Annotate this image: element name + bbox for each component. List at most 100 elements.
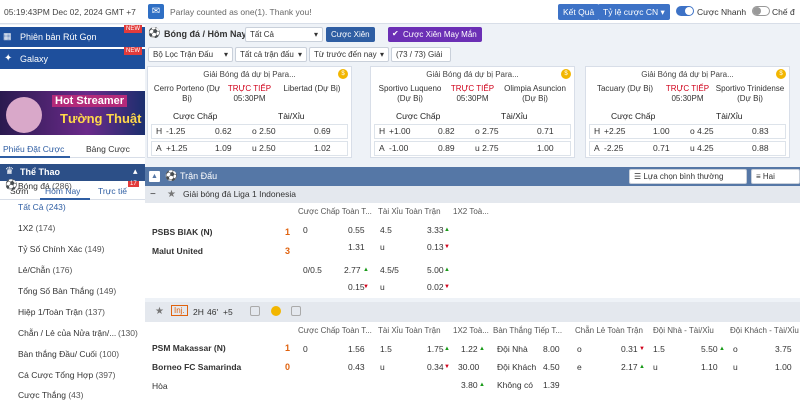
tab-bet-slip[interactable]: Phiếu Đặt Cược bbox=[3, 144, 64, 154]
match-info-bar: ★ Inj. 2H 46' +5 bbox=[145, 302, 800, 322]
card-side: A bbox=[594, 143, 600, 153]
next-goal-odds[interactable]: 1.39 bbox=[543, 378, 560, 392]
all-matches-select[interactable]: Tất cả trận đấu ▾ bbox=[235, 47, 307, 62]
ou-odds[interactable]: 0.13 bbox=[427, 240, 444, 254]
card-side: H bbox=[594, 126, 601, 136]
ou-odds[interactable]: 0.02 bbox=[427, 280, 444, 294]
menu-total-goals[interactable]: Tổng Số Bàn Thắng (149) bbox=[0, 281, 145, 301]
card-ou-odds[interactable]: 0.69 bbox=[314, 125, 331, 138]
menu-label: Cá Cược Tổng Hợp bbox=[18, 370, 94, 380]
notice-text: Parlay counted as one(1). Thank you! bbox=[170, 7, 312, 17]
menu-football[interactable]: Bóng đá (286) bbox=[0, 176, 145, 196]
live-match-card[interactable]: Giải Bóng đá dự bị Para... $ Tacuary (Dự… bbox=[585, 66, 790, 158]
ou-odds[interactable]: 1.75 bbox=[427, 342, 444, 356]
coin-icon[interactable] bbox=[271, 306, 281, 316]
home-team: PSBS BIAK (N) bbox=[152, 227, 213, 237]
star-icon[interactable]: ★ bbox=[155, 306, 164, 317]
tab-bet-table[interactable]: Bảng Cược bbox=[86, 144, 130, 154]
live-match-card[interactable]: Giải Bóng đá dự bị Para... $ Cerro Porte… bbox=[147, 66, 352, 158]
hdp-odds[interactable]: 1.31 bbox=[348, 240, 365, 254]
menu-half-full[interactable]: Hiệp 1/Toàn Trận (137) bbox=[0, 302, 145, 322]
streamer-banner[interactable]: Hot Streamer Tường Thuật bbox=[0, 91, 145, 135]
odd-even-odds[interactable]: 2.17 bbox=[621, 360, 638, 374]
menu-half-odd-even[interactable]: Chẵn / Lẻ của Nửa trận/... (130) bbox=[0, 323, 145, 343]
home-ou-odds[interactable]: 5.50 bbox=[701, 342, 718, 356]
hdp-line: 0/0.5 bbox=[303, 265, 322, 275]
live-match-card[interactable]: Giải Bóng đá dự bị Para... $ Sportivo Lu… bbox=[370, 66, 575, 158]
league-count[interactable]: (73 / 73) Giải bbox=[391, 47, 451, 62]
menu-correct-score[interactable]: Tỷ Số Chính Xác (149) bbox=[0, 239, 145, 259]
league-filter-select[interactable]: Bộ Lọc Trận Đấu ▾ bbox=[148, 47, 233, 62]
odds-type-select[interactable]: Tỷ lệ cược CN ▾ bbox=[598, 4, 670, 20]
1x2-odds[interactable]: 30.00 bbox=[458, 360, 479, 374]
hdp-odds[interactable]: 0.55 bbox=[348, 223, 365, 237]
mode-toggle[interactable] bbox=[752, 6, 770, 16]
card-hdp-odds[interactable]: 0.89 bbox=[438, 142, 455, 155]
fast-bet-toggle[interactable] bbox=[676, 6, 694, 16]
card-ou-odds[interactable]: 0.71 bbox=[537, 125, 554, 138]
next-goal-odds[interactable]: 4.50 bbox=[543, 360, 560, 374]
card-league: Giải Bóng đá dự bị Para... bbox=[641, 70, 734, 79]
card-hdp-line: +1.00 bbox=[389, 126, 411, 136]
star-icon[interactable]: ★ bbox=[167, 186, 176, 203]
next-goal-odds[interactable]: 8.00 bbox=[543, 342, 560, 356]
hdp-odds[interactable]: 2.77 bbox=[344, 263, 361, 277]
menu-mix-parlay[interactable]: Cá Cược Tổng Hợp (397) bbox=[0, 365, 145, 385]
stats-icon[interactable] bbox=[250, 306, 260, 316]
card-ou-odds[interactable]: 0.88 bbox=[752, 142, 769, 155]
home-ou-odds[interactable]: 1.10 bbox=[701, 360, 718, 374]
col-header-odd-even: Chẵn Lẻ Toàn Trận bbox=[575, 326, 643, 335]
card-ou-header: Tài/Xỉu bbox=[716, 111, 743, 121]
lines-select[interactable]: ≡ Hai Dòng bbox=[751, 169, 800, 194]
card-hdp-odds[interactable]: 0.71 bbox=[653, 142, 670, 155]
parlay-button[interactable]: Cược Xiên bbox=[326, 27, 375, 42]
card-odds-row: A -2.25 0.71 u 4.25 0.88 bbox=[589, 141, 786, 156]
card-odds-row: A +1.25 1.09 u 2.50 1.02 bbox=[151, 141, 348, 156]
card-ou-odds[interactable]: 1.02 bbox=[314, 142, 331, 155]
hdp-odds[interactable]: 1.56 bbox=[348, 342, 365, 356]
menu-all[interactable]: Tất Cả (243) bbox=[0, 197, 145, 217]
tv-icon[interactable] bbox=[291, 306, 301, 316]
banner-subtitle: Tường Thuật bbox=[60, 111, 142, 126]
hdp-odds[interactable]: 0.43 bbox=[348, 360, 365, 374]
ou-odds[interactable]: 3.33 bbox=[427, 223, 444, 237]
menu-outright[interactable]: Cược Thắng (43) bbox=[0, 385, 145, 400]
card-hdp-odds[interactable]: 1.09 bbox=[215, 142, 232, 155]
market-select[interactable]: Tất Cả ▾ bbox=[245, 27, 323, 42]
menu-first-last-goal[interactable]: Bàn thắng Đầu/ Cuối (100) bbox=[0, 344, 145, 364]
card-league: Giải Bóng đá dự bị Para... bbox=[203, 70, 296, 79]
mail-icon[interactable]: ✉ bbox=[148, 4, 164, 19]
1x2-odds[interactable]: 1.22 bbox=[461, 342, 478, 356]
card-ou-line: o 4.25 bbox=[690, 126, 714, 136]
sort-select[interactable]: Từ trước đến nay ▾ bbox=[309, 47, 389, 62]
col-header-ou: Tài Xỉu Toàn Trận bbox=[378, 326, 441, 335]
1x2-odds[interactable]: 3.80 bbox=[461, 378, 478, 392]
card-hdp-odds[interactable]: 1.00 bbox=[653, 125, 670, 138]
card-ou-odds[interactable]: 1.00 bbox=[537, 142, 554, 155]
soccer-ball-icon: ⚽ bbox=[5, 180, 18, 191]
away-ou-odds[interactable]: 3.75 bbox=[775, 342, 792, 356]
collapse-icon[interactable]: ▲ bbox=[149, 171, 160, 182]
matches-title: Trận Đấu bbox=[180, 171, 218, 181]
away-score: 3 bbox=[285, 246, 291, 256]
card-ou-header: Tài/Xỉu bbox=[501, 111, 528, 121]
menu-1x2[interactable]: 1X2 (174) bbox=[0, 218, 145, 238]
card-hdp-odds[interactable]: 0.82 bbox=[438, 125, 455, 138]
menu-label: Tổng Số Bàn Thắng bbox=[18, 286, 94, 296]
card-ou-odds[interactable]: 0.83 bbox=[752, 125, 769, 138]
card-hdp-odds[interactable]: 0.62 bbox=[215, 125, 232, 138]
arrow-up-icon: ▲ bbox=[479, 346, 485, 352]
odd-even-odds[interactable]: 0.31 bbox=[621, 342, 638, 356]
lucky-parlay-button[interactable]: Cược Xiên May Mắn bbox=[388, 27, 482, 42]
view-select[interactable]: ☰ Lựa chọn bình thường bbox=[629, 169, 747, 184]
ou-odds[interactable]: 0.34 bbox=[427, 360, 444, 374]
col-header-away-ou: Đội Khách - Tài/Xỉu bbox=[730, 326, 799, 335]
chevron-down-icon: ▾ bbox=[223, 50, 228, 59]
results-button[interactable]: Kết Quả bbox=[558, 4, 600, 20]
away-ou-odds[interactable]: 1.00 bbox=[775, 360, 792, 374]
menu-odd-even[interactable]: Lẻ/Chẵn (176) bbox=[0, 260, 145, 280]
lucky-parlay-label: Cược Xiên May Mắn bbox=[403, 30, 477, 39]
arrow-up-icon: ▲ bbox=[639, 364, 645, 370]
ou-odds[interactable]: 5.00 bbox=[427, 263, 444, 277]
minus-icon[interactable]: − bbox=[150, 186, 156, 203]
